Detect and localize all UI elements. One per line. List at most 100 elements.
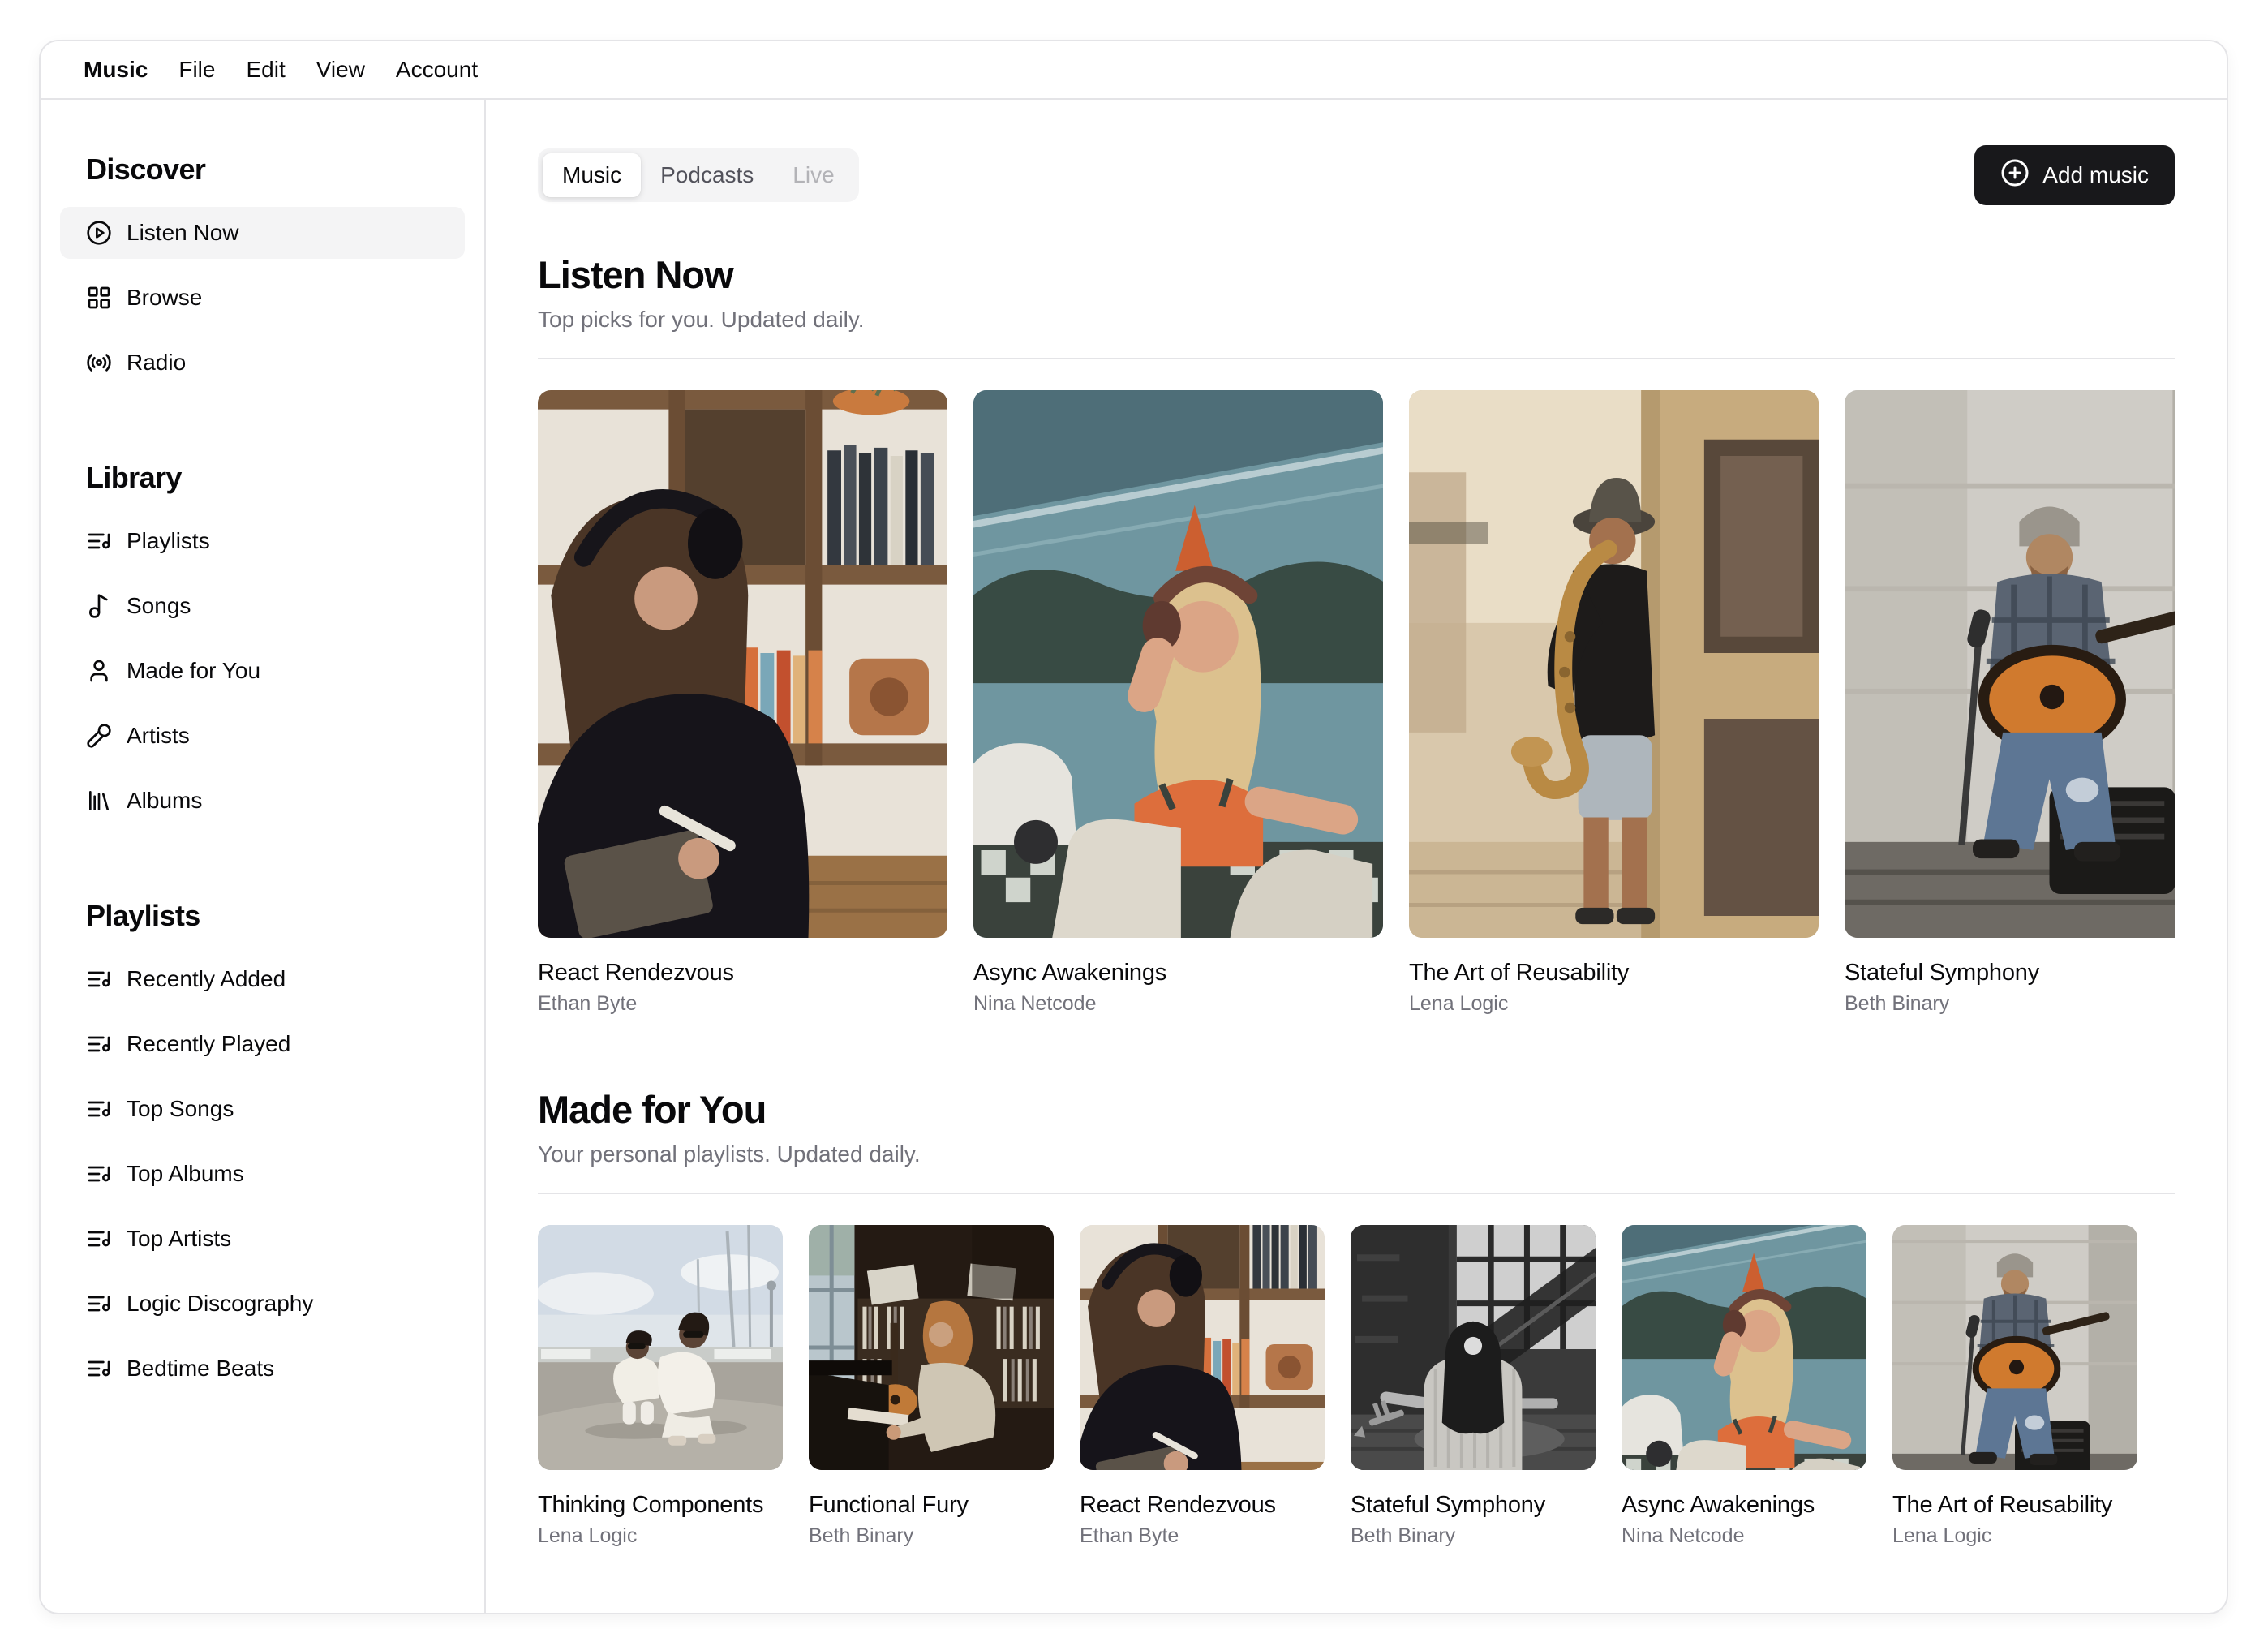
album-cover[interactable] xyxy=(538,390,947,938)
sidebar-section-library: Library Playlists Songs Made for You Artists… xyxy=(41,441,484,846)
album-card: The Art of Reusability Lena Logic xyxy=(1409,390,1819,1016)
album-cover[interactable] xyxy=(1622,1225,1866,1470)
sidebar-item-top-artists[interactable]: Top Artists xyxy=(60,1213,465,1265)
album-title: Stateful Symphony xyxy=(1351,1491,1596,1519)
album-card: Stateful Symphony Beth Binary xyxy=(1845,390,2175,1016)
album-title: React Rendezvous xyxy=(1080,1491,1325,1519)
menubar: MusicFileEditViewAccount xyxy=(41,41,2227,100)
add-music-button[interactable]: Add music xyxy=(1974,145,2175,205)
album-card: React Rendezvous Ethan Byte xyxy=(538,390,947,1016)
album-card-row: Thinking ComponentsLena Logic Functional… xyxy=(538,1225,2175,1548)
sidebar-section-title: Library xyxy=(60,460,465,496)
list-music-icon xyxy=(86,528,112,554)
sidebar-item-label: Logic Discography xyxy=(127,1291,313,1317)
content-sections: Listen Now Top picks for you. Updated dai… xyxy=(538,252,2175,1548)
sidebar-item-label: Recently Added xyxy=(127,966,286,992)
sidebar-item-listen-now[interactable]: Listen Now xyxy=(60,207,465,259)
sidebar-item-label: Playlists xyxy=(127,528,210,554)
sidebar-item-top-albums[interactable]: Top Albums xyxy=(60,1148,465,1200)
plus-circle-icon xyxy=(2000,158,2030,193)
sidebar-item-label: Browse xyxy=(127,285,202,311)
content-toolbar: MusicPodcastsLive Add music xyxy=(538,145,2175,205)
sidebar-item-radio[interactable]: Radio xyxy=(60,337,465,389)
album-card: Stateful Symphony Beth Binary xyxy=(1351,1225,1596,1548)
album-cover[interactable] xyxy=(1351,1225,1596,1470)
sidebar-item-recently-played[interactable]: Recently Played xyxy=(60,1018,465,1070)
album-cover[interactable] xyxy=(1409,390,1819,938)
album-artist: Ethan Byte xyxy=(1080,1524,1325,1548)
album-artist: Ethan Byte xyxy=(538,991,947,1016)
menu-item-music[interactable]: Music xyxy=(68,41,163,99)
album-card: Thinking ComponentsLena Logic xyxy=(538,1225,783,1548)
sidebar-item-label: Top Songs xyxy=(127,1096,234,1122)
sidebar-item-top-songs[interactable]: Top Songs xyxy=(60,1083,465,1135)
album-cover[interactable] xyxy=(973,390,1383,938)
section-title: Listen Now xyxy=(538,252,2175,298)
section-subtitle: Top picks for you. Updated daily. xyxy=(538,306,2175,333)
album-cover[interactable] xyxy=(1080,1225,1325,1470)
sidebar-section-discover: DiscoverListen NowBrowseRadio xyxy=(41,132,484,408)
separator xyxy=(538,358,2175,359)
library-icon xyxy=(86,788,112,814)
album-title: Thinking Components xyxy=(538,1491,783,1519)
album-card: Async AwakeningsNina Netcode xyxy=(973,390,1383,1016)
album-title: Stateful Symphony xyxy=(1845,959,2175,986)
sidebar-item-label: Bedtime Beats xyxy=(127,1356,274,1382)
album-card: React Rendezvous Ethan Byte xyxy=(1080,1225,1325,1548)
microphone-icon xyxy=(86,723,112,749)
album-title: Functional Fury xyxy=(809,1491,1054,1519)
tab-live[interactable]: Live xyxy=(773,153,853,197)
sidebar-item-bedtime-beats[interactable]: Bedtime Beats xyxy=(60,1343,465,1395)
list-music-icon xyxy=(86,1031,112,1057)
menu-item-account[interactable]: Account xyxy=(380,41,493,99)
sidebar-item-label: Listen Now xyxy=(127,220,239,246)
album-artist: Beth Binary xyxy=(1845,991,2175,1016)
separator xyxy=(538,1193,2175,1194)
tab-music[interactable]: Music xyxy=(543,153,641,197)
album-cover[interactable] xyxy=(1845,390,2175,938)
section-made-for-you: Made for YouYour personal playlists. Upd… xyxy=(538,1087,2175,1548)
album-artist: Beth Binary xyxy=(1351,1524,1596,1548)
menu-item-edit[interactable]: Edit xyxy=(230,41,300,99)
album-cover[interactable] xyxy=(809,1225,1054,1470)
list-music-icon xyxy=(86,1161,112,1187)
menu-item-file[interactable]: File xyxy=(163,41,230,99)
album-cover[interactable] xyxy=(1892,1225,2137,1470)
sidebar-item-playlists[interactable]: Playlists xyxy=(60,515,465,567)
sidebar-item-logic-discography[interactable]: Logic Discography xyxy=(60,1278,465,1330)
app-body: DiscoverListen NowBrowseRadioLibraryPlay… xyxy=(41,100,2227,1613)
sidebar-item-made-for-you[interactable]: Made for You xyxy=(60,645,465,697)
album-artist: Nina Netcode xyxy=(1622,1524,1866,1548)
list-music-icon xyxy=(86,1356,112,1382)
section-title: Made for You xyxy=(538,1087,2175,1133)
sidebar-item-artists[interactable]: Artists xyxy=(60,710,465,762)
album-cover[interactable] xyxy=(538,1225,783,1470)
radio-icon xyxy=(86,350,112,376)
sidebar-item-label: Top Albums xyxy=(127,1161,244,1187)
sidebar-item-songs[interactable]: Songs xyxy=(60,580,465,632)
sidebar-item-browse[interactable]: Browse xyxy=(60,272,465,324)
tab-podcasts[interactable]: Podcasts xyxy=(641,153,773,197)
add-music-label: Add music xyxy=(2042,162,2149,188)
album-card: The Art of Reusability Lena Logic xyxy=(1892,1225,2137,1548)
sidebar-item-albums[interactable]: Albums xyxy=(60,775,465,827)
album-card-row: React Rendezvous Ethan Byte Async Awakeni… xyxy=(538,390,2175,1016)
play-circle-icon xyxy=(86,220,112,246)
album-artist: Lena Logic xyxy=(1892,1524,2137,1548)
app-window: MusicFileEditViewAccount DiscoverListen … xyxy=(39,40,2228,1614)
sidebar-item-label: Made for You xyxy=(127,658,260,684)
album-artist: Lena Logic xyxy=(1409,991,1819,1016)
menu-item-view[interactable]: View xyxy=(301,41,380,99)
sidebar-item-recently-added[interactable]: Recently Added xyxy=(60,953,465,1005)
album-title: React Rendezvous xyxy=(538,959,947,986)
sidebar-item-label: Recently Played xyxy=(127,1031,290,1057)
sidebar: DiscoverListen NowBrowseRadioLibraryPlay… xyxy=(41,100,486,1613)
music-note-icon xyxy=(86,593,112,619)
list-music-icon xyxy=(86,1226,112,1252)
album-title: The Art of Reusability xyxy=(1892,1491,2137,1519)
album-title: The Art of Reusability xyxy=(1409,959,1819,986)
sidebar-item-label: Radio xyxy=(127,350,186,376)
album-title: Async Awakenings xyxy=(973,959,1383,986)
sidebar-item-label: Top Artists xyxy=(127,1226,231,1252)
main-content: MusicPodcastsLive Add music Listen Now To… xyxy=(486,100,2227,1613)
